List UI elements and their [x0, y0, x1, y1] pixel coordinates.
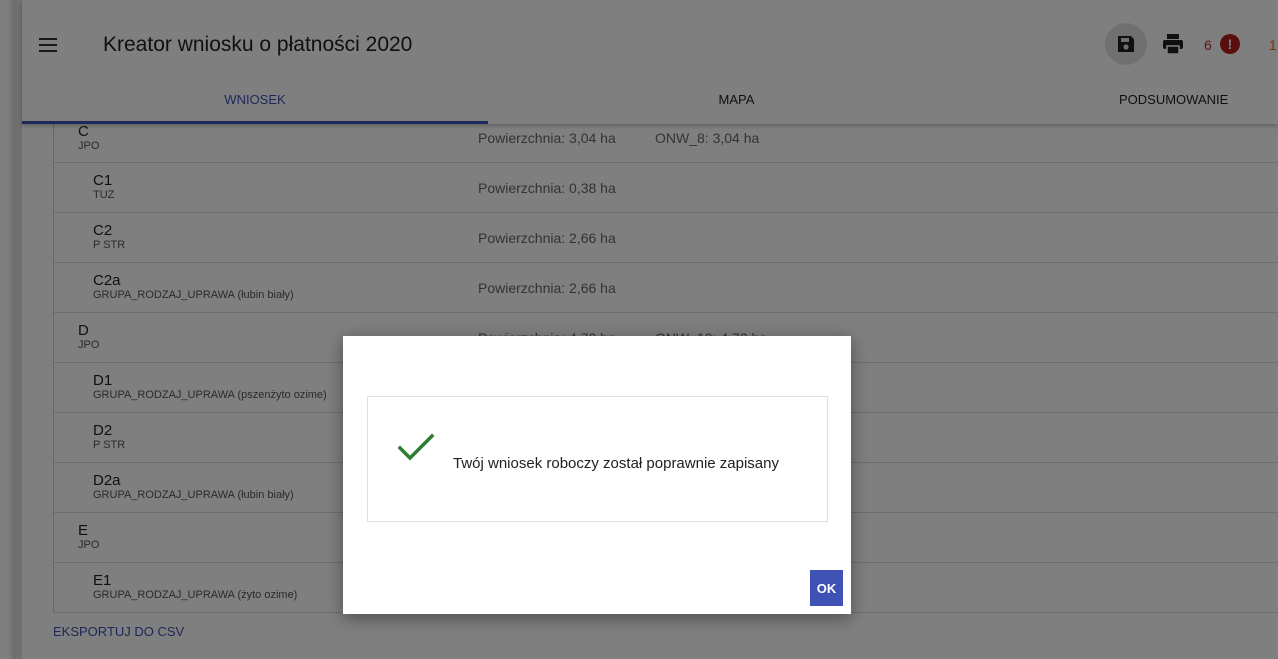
save-confirmation-dialog: Twój wniosek roboczy został poprawnie za… [343, 336, 851, 614]
dialog-message: Twój wniosek roboczy został poprawnie za… [453, 455, 779, 472]
ok-button[interactable]: OK [810, 570, 843, 606]
check-icon [397, 433, 435, 461]
message-box: Twój wniosek roboczy został poprawnie za… [367, 396, 828, 522]
